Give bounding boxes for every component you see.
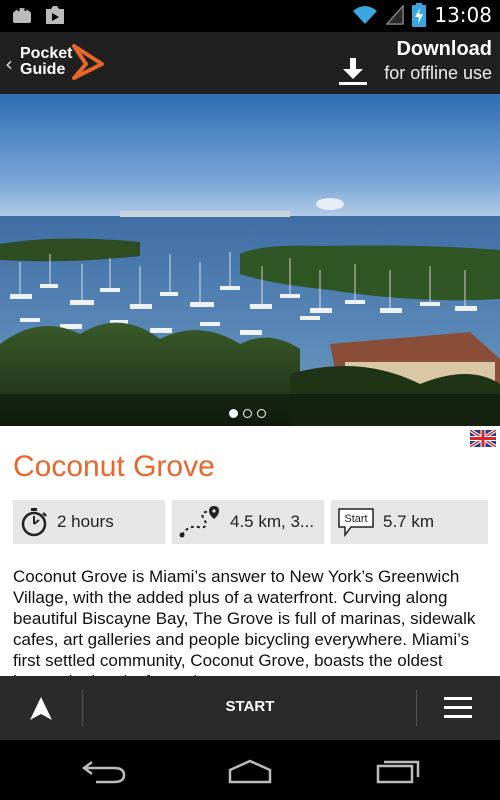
signal-icon: [386, 5, 405, 25]
tour-photo-gallery[interactable]: [0, 94, 500, 426]
download-subtitle: for offline use: [384, 63, 492, 83]
download-button[interactable]: Download for offline use: [384, 38, 492, 86]
stopwatch-icon: [21, 508, 47, 537]
gallery-pagination[interactable]: [229, 409, 266, 418]
route-icon: [179, 506, 219, 538]
marina-photo: [0, 94, 500, 426]
android-icon: [13, 8, 31, 23]
logo-arrow-icon: [72, 44, 104, 80]
divider: [416, 690, 417, 726]
logo-line-2: Guide: [20, 61, 66, 78]
navigation-arrow-icon[interactable]: [28, 696, 54, 722]
play-store-icon: [46, 6, 64, 24]
menu-icon[interactable]: [444, 697, 472, 724]
tour-details: Coconut Grove 2 hours 4.5 km, 3... Start…: [0, 426, 500, 676]
tour-description: Coconut Grove is Miami’s answer to New Y…: [13, 567, 476, 676]
gallery-dot-2[interactable]: [243, 409, 252, 418]
download-title: Download: [396, 38, 492, 60]
logo-line-1: Pocket: [20, 45, 73, 62]
start-tour-button[interactable]: START: [200, 698, 300, 715]
status-bar: 13:08: [0, 0, 500, 32]
duration-value: 2 hours: [57, 512, 114, 531]
download-icon[interactable]: [337, 56, 369, 86]
start-badge-label: Start: [344, 513, 367, 525]
home-icon[interactable]: [226, 758, 274, 784]
uk-flag-icon[interactable]: [470, 430, 496, 447]
back-icon[interactable]: [80, 758, 128, 784]
start-distance-stat: Start 5.7 km: [331, 500, 488, 544]
wifi-icon: [353, 6, 378, 24]
gallery-dot-1[interactable]: [229, 409, 238, 418]
start-badge-icon: Start: [338, 508, 374, 537]
system-navigation-bar: [0, 740, 500, 800]
clock: 13:08: [434, 3, 492, 27]
distance-value: 4.5 km, 3...: [230, 512, 315, 531]
divider: [82, 690, 83, 726]
tour-action-bar: START: [0, 676, 500, 740]
start-distance-value: 5.7 km: [383, 512, 435, 531]
tour-stats: 2 hours 4.5 km, 3... Start 5.7 km: [13, 500, 488, 544]
recent-apps-icon[interactable]: [374, 758, 422, 784]
duration-stat: 2 hours: [13, 500, 165, 544]
back-chevron-icon[interactable]: ‹: [5, 52, 13, 76]
gallery-dot-3[interactable]: [257, 409, 266, 418]
distance-stat: 4.5 km, 3...: [172, 500, 324, 544]
pocket-guide-logo[interactable]: Pocket Guide: [20, 44, 110, 82]
battery-charging-icon: [412, 3, 427, 27]
tour-title: Coconut Grove: [13, 450, 215, 483]
app-header: ‹ Pocket Guide Download for offline use: [0, 32, 500, 94]
